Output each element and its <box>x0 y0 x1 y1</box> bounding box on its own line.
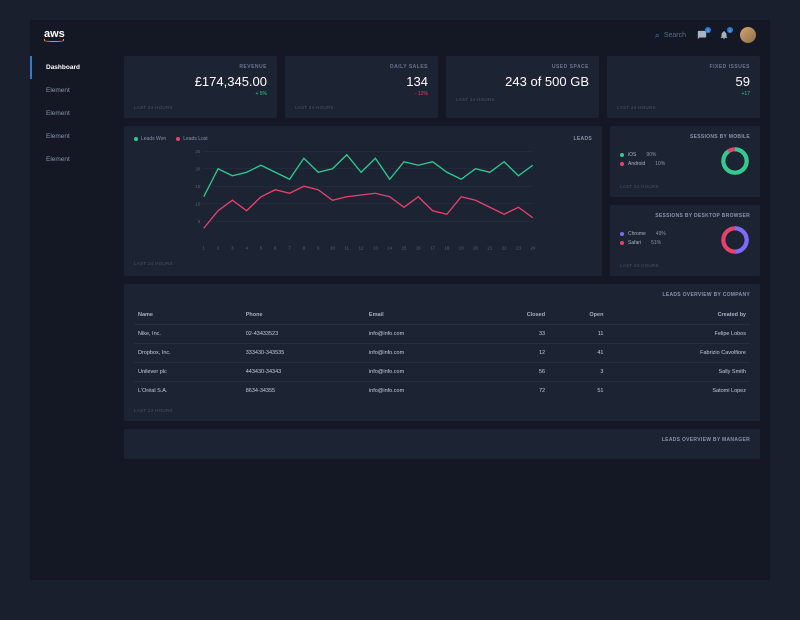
nav-element-3[interactable]: Element <box>30 125 120 148</box>
svg-text:17: 17 <box>430 245 435 250</box>
leads-table: NamePhoneEmailClosedOpenCreated by Nike,… <box>134 306 750 400</box>
table-header: Closed <box>479 306 549 325</box>
stat-used-space: USED SPACE 243 of 500 GB LAST 24 HOURS <box>446 56 599 118</box>
search-icon: ⌕ <box>655 30 660 41</box>
nav-dashboard[interactable]: Dashboard <box>30 56 120 79</box>
svg-text:4: 4 <box>245 245 248 250</box>
leads-line-chart: 5101520251234567891011121314151617181920… <box>134 146 592 251</box>
table-row[interactable]: Nike, Inc.02-43433523info@info.com3311Fe… <box>134 325 750 344</box>
nav-element-4[interactable]: Element <box>30 148 120 171</box>
svg-text:6: 6 <box>274 245 277 250</box>
chart-legend: Leads Won Leads Lost <box>134 136 208 142</box>
stat-fixed-issues: FIXED ISSUES 59 +17 LAST 24 HOURS <box>607 56 760 118</box>
table-header: Name <box>134 306 242 325</box>
notifications-badge: 0 <box>727 27 733 33</box>
sessions-mobile-card: SESSIONS BY MOBILE iOS90% Android10% <box>610 126 760 197</box>
nav-element-1[interactable]: Element <box>30 79 120 102</box>
stat-daily-sales: DAILY SALES 134 - 12% LAST 24 HOURS <box>285 56 438 118</box>
search[interactable]: ⌕ Search <box>655 30 686 41</box>
svg-text:20: 20 <box>195 167 200 172</box>
svg-text:22: 22 <box>502 245 507 250</box>
table-row[interactable]: L'Oréal S.A.8634-34355info@info.com7251S… <box>134 382 750 401</box>
svg-text:24: 24 <box>530 245 535 250</box>
svg-text:15: 15 <box>195 184 200 189</box>
svg-text:5: 5 <box>260 245 263 250</box>
svg-text:8: 8 <box>303 245 306 250</box>
svg-text:1: 1 <box>203 245 206 250</box>
table-header: Email <box>365 306 479 325</box>
svg-text:14: 14 <box>387 245 392 250</box>
leads-manager-card: LEADS OVERVIEW BY MANAGER <box>124 429 760 459</box>
sidebar: Dashboard Element Element Element Elemen… <box>30 50 120 580</box>
svg-text:25: 25 <box>195 149 200 154</box>
leads-chart-card: Leads Won Leads Lost LEADS 5101520251234… <box>124 126 602 276</box>
svg-text:10: 10 <box>195 202 200 207</box>
svg-text:9: 9 <box>317 245 320 250</box>
svg-text:5: 5 <box>198 219 201 224</box>
table-header: Open <box>549 306 607 325</box>
leads-table-card: LEADS OVERVIEW BY COMPANY NamePhoneEmail… <box>124 284 760 421</box>
svg-text:2: 2 <box>217 245 220 250</box>
svg-text:16: 16 <box>416 245 421 250</box>
messages-badge: 0 <box>705 27 711 33</box>
search-input[interactable]: Search <box>664 32 686 39</box>
donut-browser <box>720 225 750 255</box>
donut-mobile <box>720 146 750 176</box>
avatar[interactable] <box>740 27 756 43</box>
logo: aws <box>44 28 65 42</box>
svg-text:12: 12 <box>359 245 364 250</box>
svg-text:10: 10 <box>330 245 335 250</box>
stat-revenue: REVENUE £174,345.00 + 5% LAST 24 HOURS <box>124 56 277 118</box>
table-header: Created by <box>607 306 750 325</box>
header: aws ⌕ Search 0 0 <box>30 20 770 50</box>
table-row[interactable]: Dropbox, Inc.333430-343535info@info.com1… <box>134 344 750 363</box>
svg-text:19: 19 <box>459 245 464 250</box>
main-content: REVENUE £174,345.00 + 5% LAST 24 HOURS D… <box>120 50 770 580</box>
svg-text:23: 23 <box>516 245 521 250</box>
nav-element-2[interactable]: Element <box>30 102 120 125</box>
svg-text:7: 7 <box>288 245 291 250</box>
svg-text:21: 21 <box>487 245 492 250</box>
notifications-icon[interactable]: 0 <box>718 29 730 41</box>
svg-text:18: 18 <box>444 245 449 250</box>
svg-text:3: 3 <box>231 245 234 250</box>
svg-text:15: 15 <box>402 245 407 250</box>
svg-text:20: 20 <box>473 245 478 250</box>
table-header: Phone <box>242 306 365 325</box>
svg-text:11: 11 <box>345 245 350 250</box>
messages-icon[interactable]: 0 <box>696 29 708 41</box>
sessions-browser-card: SESSIONS BY DESKTOP BROWSER Chrome49% Sa… <box>610 205 760 276</box>
svg-text:13: 13 <box>373 245 378 250</box>
table-row[interactable]: Unilever plc443430-34343info@info.com563… <box>134 363 750 382</box>
